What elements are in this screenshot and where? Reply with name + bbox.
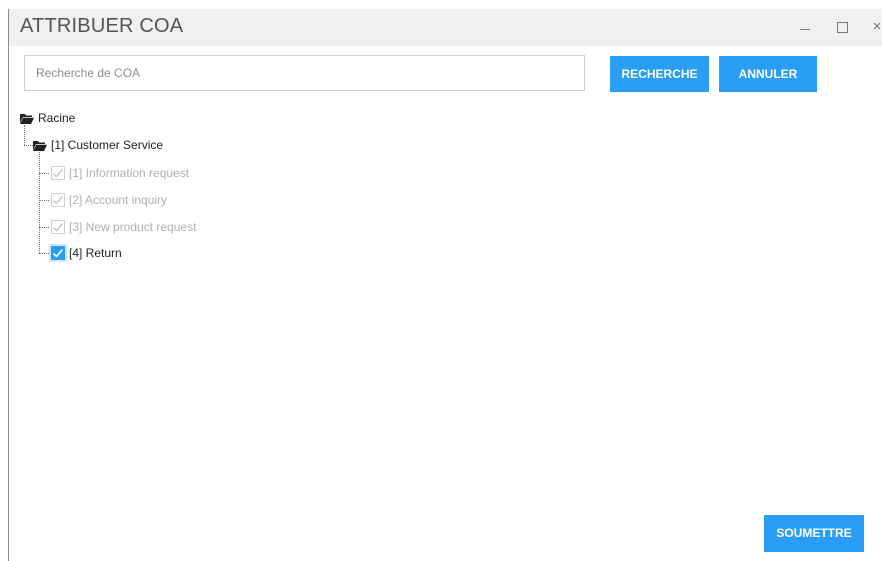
tree-item-account-inquiry: [2] Account inquiry (51, 190, 167, 210)
assign-coa-dialog: ATTRIBUER COA × RECHERCHE ANNULER Racine (8, 9, 882, 561)
checkbox (51, 220, 65, 234)
folder-open-icon (20, 113, 34, 124)
submit-button[interactable]: SOUMETTRE (764, 515, 864, 552)
tree-connector (39, 200, 49, 201)
checkmark-icon (53, 169, 64, 178)
tree-connector (39, 173, 49, 174)
tree-node-label: [1] Customer Service (51, 138, 164, 152)
tree-item-label: [4] Return (69, 246, 122, 260)
checkbox (51, 166, 65, 180)
tree-item-label: [1] Information request (69, 166, 190, 180)
tree-node-customer-service[interactable]: [1] Customer Service (33, 135, 163, 155)
coa-tree: Racine [1] Customer Service [1] Informat… (9, 9, 882, 561)
tree-node-root[interactable]: Racine (20, 108, 75, 128)
tree-item-information-request: [1] Information request (51, 163, 189, 183)
tree-connector (24, 145, 33, 146)
folder-open-icon (33, 140, 47, 151)
checkmark-icon (53, 196, 64, 205)
tree-item-return[interactable]: [4] Return (51, 243, 122, 263)
tree-item-new-product-request: [3] New product request (51, 217, 196, 237)
checkbox[interactable] (51, 246, 65, 260)
checkmark-icon (52, 248, 64, 258)
tree-item-label: [3] New product request (69, 220, 197, 234)
tree-connector (39, 152, 40, 253)
tree-connector (24, 125, 25, 145)
checkbox (51, 193, 65, 207)
tree-connector (39, 253, 49, 254)
tree-item-label: [2] Account inquiry (69, 193, 168, 207)
tree-connector (39, 227, 49, 228)
tree-node-label: Racine (38, 111, 76, 125)
checkmark-icon (53, 223, 64, 232)
